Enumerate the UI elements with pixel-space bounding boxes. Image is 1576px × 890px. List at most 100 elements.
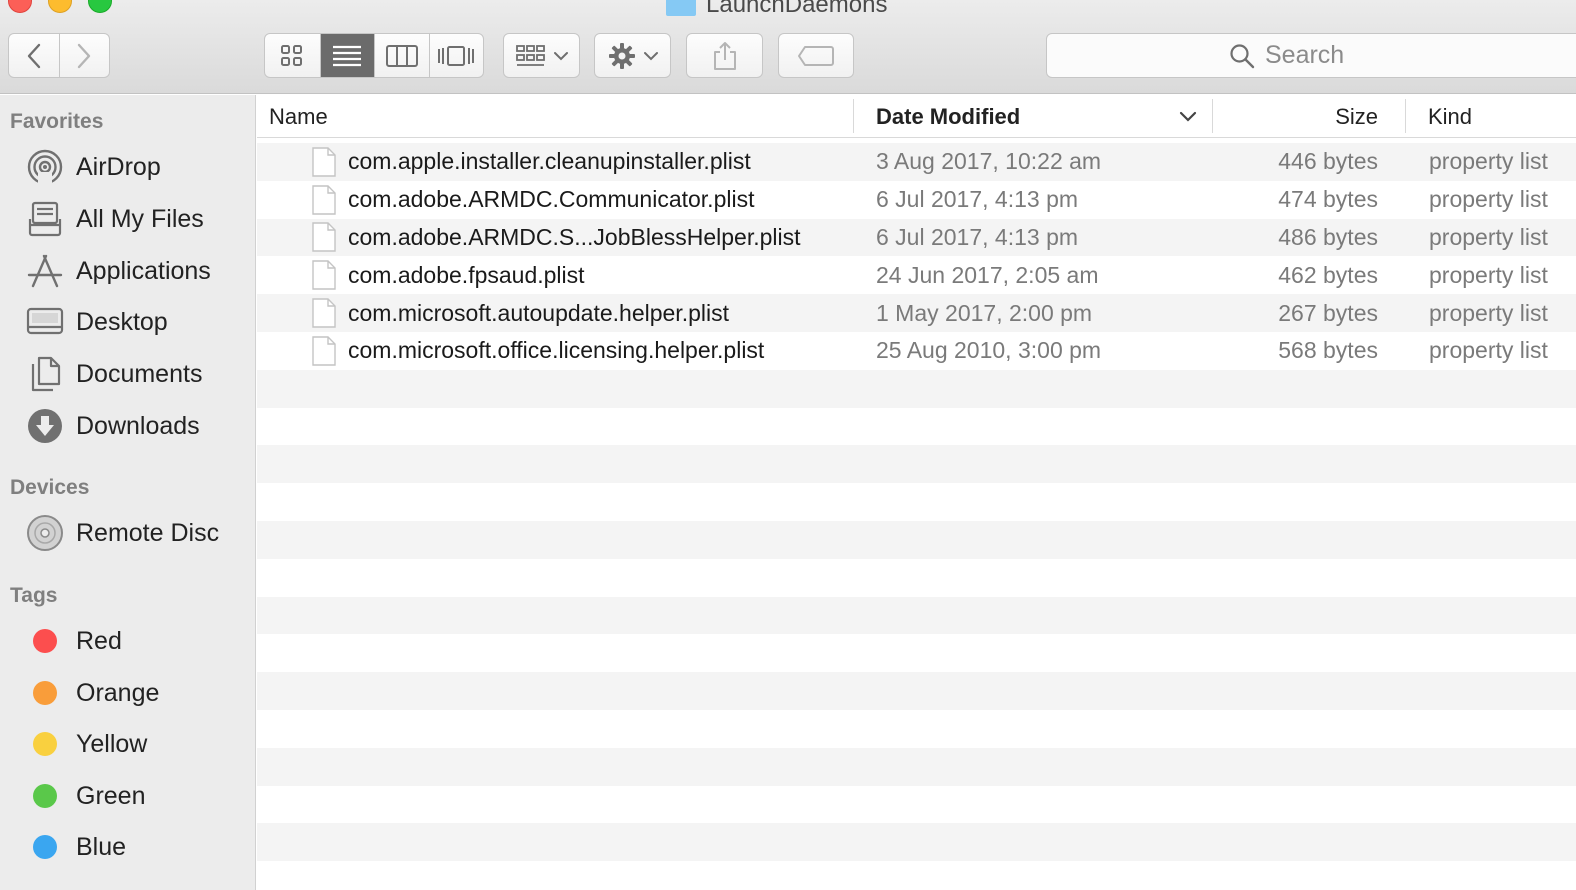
sidebar-tag-blue[interactable]: Blue: [0, 825, 255, 869]
icon-view-button[interactable]: [265, 34, 320, 77]
sidebar-item-label: Applications: [76, 256, 211, 285]
column-view-button[interactable]: [374, 34, 429, 77]
file-kind: property list: [1429, 148, 1548, 175]
sidebar-item-label: Red: [76, 626, 122, 655]
sidebar-item-label: Desktop: [76, 307, 168, 336]
document-icon: [312, 332, 336, 370]
column-divider[interactable]: [853, 99, 854, 133]
icon-grid-icon: [281, 44, 303, 66]
sidebar-tag-green[interactable]: Green: [0, 774, 255, 818]
sidebar-item-label: Blue: [76, 832, 127, 861]
finder-window: LaunchDaemons Search Favorites AirDrop A…: [0, 0, 1576, 890]
file-name: com.adobe.fpsaud.plist: [348, 261, 585, 288]
file-size: 474 bytes: [1278, 186, 1378, 213]
forward-button[interactable]: [58, 34, 110, 77]
gear-icon: [608, 42, 635, 69]
close-window-button[interactable]: [8, 0, 32, 13]
desktop-icon: [26, 303, 64, 341]
file-date-modified: 24 Jun 2017, 2:05 am: [876, 261, 1099, 288]
file-date-modified: 6 Jul 2017, 4:13 pm: [876, 223, 1079, 250]
airdrop-icon: [26, 148, 64, 186]
tag-icon: [798, 45, 834, 66]
chevron-down-icon: [643, 51, 658, 60]
search-input[interactable]: [1265, 41, 1525, 70]
document-icon: [312, 256, 336, 294]
file-row[interactable]: com.apple.installer.cleanupinstaller.pli…: [257, 143, 1576, 181]
file-row[interactable]: com.microsoft.autoupdate.helper.plist 1 …: [257, 294, 1576, 332]
toolbar: LaunchDaemons: [0, 0, 1576, 94]
column-divider[interactable]: [1405, 99, 1406, 133]
file-date-modified: 6 Jul 2017, 4:13 pm: [876, 186, 1079, 213]
sidebar: Favorites AirDrop All My Files Applicati…: [0, 95, 256, 890]
empty-row: [257, 596, 1576, 635]
file-date-modified: 1 May 2017, 2:00 pm: [876, 299, 1093, 326]
tag-dot: [33, 784, 57, 808]
documents-icon: [26, 355, 64, 393]
cover-flow-icon: [438, 45, 475, 66]
list-view-button[interactable]: [319, 34, 374, 77]
all-my-files-icon: [26, 200, 64, 238]
file-row[interactable]: com.microsoft.office.licensing.helper.pl…: [257, 331, 1576, 370]
file-rows: com.apple.installer.cleanupinstaller.pli…: [257, 143, 1576, 890]
sidebar-item-documents[interactable]: Documents: [0, 352, 255, 396]
document-icon: [312, 294, 336, 332]
sidebar-item-desktop[interactable]: Desktop: [0, 300, 255, 344]
column-header-date-modified[interactable]: Date Modified: [876, 95, 1020, 138]
back-button[interactable]: [9, 34, 59, 77]
file-date-modified: 3 Aug 2017, 10:22 am: [876, 148, 1102, 175]
tag-dot: [33, 732, 57, 756]
file-name: com.microsoft.autoupdate.helper.plist: [348, 299, 729, 326]
file-row[interactable]: com.adobe.fpsaud.plist 24 Jun 2017, 2:05…: [257, 256, 1576, 295]
chevron-left-icon: [27, 43, 40, 68]
document-icon: [312, 219, 336, 257]
empty-row: [257, 823, 1576, 862]
file-row[interactable]: com.adobe.ARMDC.S...JobBlessHelper.plist…: [257, 218, 1576, 257]
arrange-button[interactable]: [503, 33, 580, 78]
sidebar-tag-red[interactable]: Red: [0, 619, 255, 663]
sort-descending-chevron-icon: [1179, 111, 1197, 122]
file-name: com.apple.installer.cleanupinstaller.pli…: [348, 148, 751, 175]
column-header-kind[interactable]: Kind: [1428, 95, 1472, 138]
sidebar-item-airdrop[interactable]: AirDrop: [0, 145, 255, 189]
search-icon: [1230, 43, 1255, 68]
tag-color-dot-icon: [26, 622, 64, 660]
empty-row: [257, 672, 1576, 710]
devices-heading: Devices: [10, 476, 90, 499]
empty-row: [257, 709, 1576, 748]
action-menu-button[interactable]: [594, 33, 671, 78]
sidebar-item-label: Documents: [76, 359, 203, 388]
tag-button[interactable]: [778, 33, 854, 78]
window-title: LaunchDaemons: [706, 0, 888, 18]
sidebar-item-remote-disc[interactable]: Remote Disc: [0, 511, 255, 555]
sidebar-item-all-my-files[interactable]: All My Files: [0, 197, 255, 241]
empty-row: [257, 785, 1576, 824]
column-header-size[interactable]: Size: [1277, 95, 1378, 138]
applications-icon: [26, 252, 64, 290]
file-size: 446 bytes: [1278, 148, 1378, 175]
sidebar-tag-orange[interactable]: Orange: [0, 671, 255, 715]
tag-color-dot-icon: [26, 777, 64, 815]
zoom-window-button[interactable]: [88, 0, 112, 13]
empty-row: [257, 445, 1576, 484]
sidebar-item-label: Remote Disc: [76, 518, 220, 547]
folder-icon: [666, 0, 696, 16]
search-field[interactable]: [1046, 33, 1576, 78]
empty-row: [257, 747, 1576, 786]
file-row[interactable]: com.adobe.ARMDC.Communicator.plist 6 Jul…: [257, 180, 1576, 219]
tag-dot: [33, 835, 57, 859]
file-size: 462 bytes: [1278, 261, 1378, 288]
file-size: 486 bytes: [1278, 223, 1378, 250]
minimize-window-button[interactable]: [48, 0, 72, 13]
sidebar-item-applications[interactable]: Applications: [0, 249, 255, 293]
file-list: Name Date Modified Size Kind com.apple.i…: [257, 95, 1576, 890]
column-divider[interactable]: [1212, 99, 1213, 133]
cover-flow-view-button[interactable]: [428, 34, 484, 77]
sidebar-item-label: Downloads: [76, 411, 200, 440]
column-header-name[interactable]: Name: [269, 95, 328, 138]
sidebar-tag-yellow[interactable]: Yellow: [0, 722, 255, 766]
file-kind: property list: [1429, 261, 1548, 288]
columns-icon: [385, 44, 418, 67]
share-button[interactable]: [686, 33, 763, 78]
empty-row: [257, 558, 1576, 597]
sidebar-item-downloads[interactable]: Downloads: [0, 404, 255, 448]
